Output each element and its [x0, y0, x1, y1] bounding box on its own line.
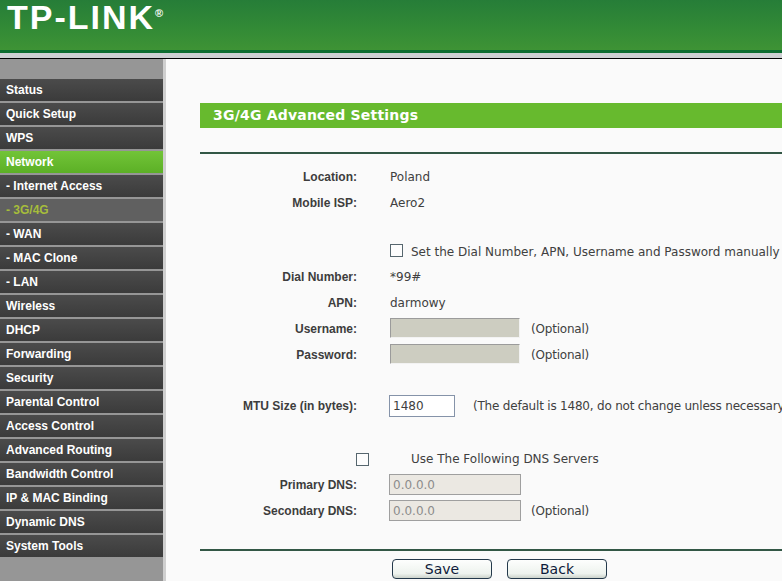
- dns-servers-checkbox-label: Use The Following DNS Servers: [411, 452, 599, 466]
- header-banner: TP-LINK®: [0, 0, 782, 50]
- sidebar: StatusQuick SetupWPSNetwork- Internet Ac…: [0, 58, 166, 581]
- sidebar-item-advanced-routing[interactable]: Advanced Routing: [0, 439, 163, 461]
- username-label: Username:: [166, 322, 357, 336]
- apn-label: APN:: [166, 296, 357, 310]
- sidebar-item-network[interactable]: Network: [0, 151, 163, 173]
- username-note: (Optional): [531, 322, 589, 336]
- dial-number-label: Dial Number:: [166, 270, 357, 284]
- tplink-logo: TP-LINK®: [7, 0, 163, 37]
- sidebar-item-forwarding[interactable]: Forwarding: [0, 343, 163, 365]
- apn-value: darmowy: [390, 296, 446, 310]
- sidebar-item-internet-access[interactable]: - Internet Access: [0, 175, 163, 197]
- username-input[interactable]: [390, 318, 520, 338]
- sidebar-item-ip-mac-binding[interactable]: IP & MAC Binding: [0, 487, 163, 509]
- secondary-dns-input[interactable]: [389, 500, 521, 521]
- sidebar-menu: StatusQuick SetupWPSNetwork- Internet Ac…: [0, 79, 163, 559]
- sidebar-item-quick-setup[interactable]: Quick Setup: [0, 103, 163, 125]
- location-value: Poland: [390, 170, 430, 184]
- primary-dns-input[interactable]: [389, 474, 521, 495]
- mtu-note: (The default is 1480, do not change unle…: [473, 399, 782, 413]
- manual-settings-checkbox[interactable]: [390, 244, 403, 257]
- dns-servers-checkbox[interactable]: [356, 453, 369, 466]
- back-button[interactable]: Back: [507, 559, 607, 579]
- password-input[interactable]: [390, 344, 520, 364]
- body-top-border: [0, 58, 782, 59]
- page-title: 3G/4G Advanced Settings: [200, 103, 782, 128]
- sidebar-item-wireless[interactable]: Wireless: [0, 295, 163, 317]
- save-button[interactable]: Save: [392, 559, 492, 579]
- mtu-input[interactable]: [389, 395, 455, 417]
- mtu-label: MTU Size (in bytes):: [166, 399, 357, 413]
- secondary-dns-label: Secondary DNS:: [166, 504, 357, 518]
- main-content: 3G/4G Advanced Settings Location: Poland…: [166, 58, 782, 581]
- location-label: Location:: [166, 170, 357, 184]
- sidebar-item-status[interactable]: Status: [0, 79, 163, 101]
- sidebar-item-access-control[interactable]: Access Control: [0, 415, 163, 437]
- mobile-isp-label: Mobile ISP:: [166, 196, 357, 210]
- dial-number-value: *99#: [390, 270, 421, 284]
- sidebar-item-lan[interactable]: - LAN: [0, 271, 163, 293]
- sidebar-item-parental-control[interactable]: Parental Control: [0, 391, 163, 413]
- title-divider: [200, 152, 782, 154]
- password-label: Password:: [166, 348, 357, 362]
- password-note: (Optional): [531, 348, 589, 362]
- bottom-divider: [200, 549, 782, 551]
- primary-dns-label: Primary DNS:: [166, 478, 357, 492]
- sidebar-item-3g-4g[interactable]: - 3G/4G: [0, 199, 163, 221]
- secondary-dns-note: (Optional): [531, 504, 589, 518]
- sidebar-item-wan[interactable]: - WAN: [0, 223, 163, 245]
- sidebar-item-bandwidth-control[interactable]: Bandwidth Control: [0, 463, 163, 485]
- sidebar-item-mac-clone[interactable]: - MAC Clone: [0, 247, 163, 269]
- sidebar-item-dhcp[interactable]: DHCP: [0, 319, 163, 341]
- mobile-isp-value: Aero2: [390, 196, 425, 210]
- manual-settings-checkbox-label: Set the Dial Number, APN, Username and P…: [411, 245, 780, 259]
- sidebar-item-wps[interactable]: WPS: [0, 127, 163, 149]
- sidebar-item-dynamic-dns[interactable]: Dynamic DNS: [0, 511, 163, 533]
- sidebar-item-security[interactable]: Security: [0, 367, 163, 389]
- registered-mark: ®: [155, 7, 163, 19]
- sidebar-item-system-tools[interactable]: System Tools: [0, 535, 163, 557]
